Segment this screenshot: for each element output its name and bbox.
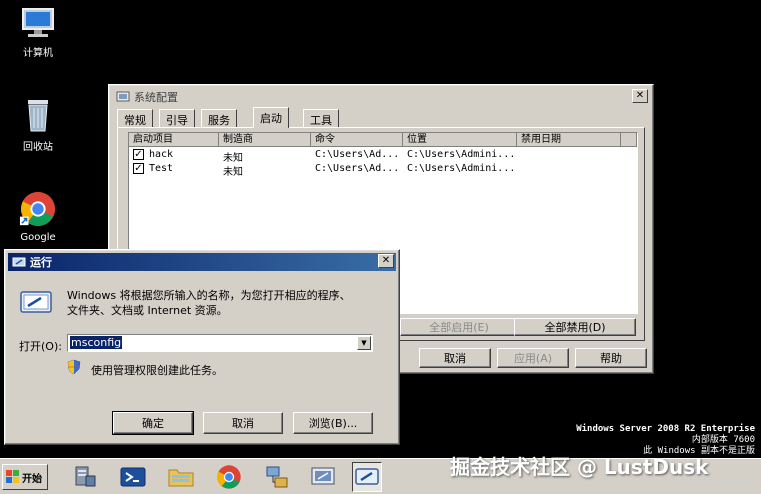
- desktop-icon-computer[interactable]: 计算机: [3, 6, 73, 59]
- os-build: 内部版本 7600: [691, 435, 755, 445]
- startup-item-command: C:\Users\Ad...: [315, 149, 400, 160]
- column-manufacturer[interactable]: 制造商: [219, 133, 311, 147]
- computer-icon: [22, 8, 54, 37]
- windows-logo-icon: [6, 470, 19, 483]
- startup-item-location: C:\Users\Admini...: [407, 149, 516, 160]
- open-label: 打开(O):: [19, 340, 62, 353]
- msconfig-icon: [311, 467, 335, 485]
- startup-item-location: C:\Users\Admini...: [407, 163, 516, 174]
- run-close-button[interactable]: ✕: [378, 254, 394, 268]
- column-location[interactable]: 位置: [403, 133, 517, 147]
- taskbar-powershell[interactable]: [118, 462, 148, 492]
- run-command-value: msconfig: [70, 336, 123, 349]
- column-disable-date[interactable]: 禁用日期: [517, 133, 621, 147]
- os-edition: Windows Server 2008 R2 Enterprise: [576, 424, 755, 434]
- run-description: Windows 将根据您所输入的名称，为您打开相应的程序、 文件夹、文档或 In…: [67, 288, 387, 318]
- chevron-down-icon: ▼: [361, 339, 367, 347]
- run-history-dropdown[interactable]: ▼: [357, 336, 371, 350]
- taskbar-run[interactable]: [352, 462, 382, 492]
- checkmark-icon: ✓: [134, 149, 143, 160]
- startup-item-maker: 未知: [223, 167, 243, 178]
- msconfig-apply-button[interactable]: 应用(A): [497, 348, 569, 368]
- desktop-icon-recycle-bin[interactable]: 回收站: [3, 96, 73, 153]
- table-row[interactable]: ✓ hack 未知 C:\Users\Ad... C:\Users\Admini…: [129, 148, 637, 164]
- tab-boot[interactable]: 引导: [159, 109, 195, 127]
- msconfig-close-button[interactable]: ✕: [632, 89, 648, 103]
- close-icon: ✕: [635, 90, 645, 101]
- run-icon: [355, 468, 379, 485]
- run-titlebar[interactable]: 运行 ✕: [8, 253, 396, 271]
- msconfig-title: 系统配置: [134, 91, 178, 104]
- startup-item-command: C:\Users\Ad...: [315, 163, 400, 174]
- run-description-line-1: Windows 将根据您所输入的名称，为您打开相应的程序、: [67, 289, 351, 302]
- run-cancel-button[interactable]: 取消: [203, 412, 283, 434]
- tab-general[interactable]: 常规: [117, 109, 153, 127]
- table-row[interactable]: ✓ Test 未知 C:\Users\Ad... C:\Users\Admini…: [129, 162, 637, 178]
- taskbar-explorer[interactable]: [166, 462, 196, 492]
- desktop-icon-label: Google: [20, 232, 56, 243]
- network-icon: [266, 466, 288, 488]
- column-command[interactable]: 命令: [311, 133, 403, 147]
- msconfig-titlebar[interactable]: 系统配置 ✕: [112, 88, 650, 106]
- chrome-icon: [19, 191, 56, 227]
- startup-item-checkbox[interactable]: ✓: [133, 149, 144, 160]
- tab-services[interactable]: 服务: [201, 109, 237, 127]
- site-watermark: 掘金技术社区 @ LustDusk: [450, 455, 709, 479]
- start-button[interactable]: 开始: [2, 464, 48, 490]
- recycle-bin-icon: [28, 100, 48, 132]
- taskbar-server-manager[interactable]: [70, 462, 100, 492]
- start-label: 开始: [22, 473, 42, 485]
- server-manager-icon: [75, 466, 96, 487]
- desktop-icon-label: 计算机: [23, 48, 53, 59]
- msconfig-icon: [116, 91, 130, 102]
- run-browse-button[interactable]: 浏览(B)...: [293, 412, 373, 434]
- column-filler: [621, 133, 637, 147]
- disable-all-button[interactable]: 全部禁用(D): [514, 318, 636, 336]
- run-command-input[interactable]: msconfig ▼: [67, 334, 373, 352]
- taskbar-msconfig[interactable]: [308, 462, 338, 492]
- checkmark-icon: ✓: [134, 163, 143, 174]
- chrome-icon: [217, 465, 241, 489]
- msconfig-tabstrip: 常规 引导 服务 启动 工具: [117, 107, 647, 129]
- column-startup-item[interactable]: 启动项目: [129, 133, 219, 147]
- startup-item-name: hack: [149, 149, 174, 160]
- taskbar-chrome[interactable]: [214, 462, 244, 492]
- taskbar-network-tool[interactable]: [262, 462, 292, 492]
- powershell-icon: [120, 467, 146, 487]
- startup-item-name: Test: [149, 163, 174, 174]
- run-dialog: 运行 ✕ Windows 将根据您所输入的名称，为您打开相应的程序、 文件夹、文…: [4, 249, 400, 445]
- shield-icon: [67, 359, 81, 375]
- msconfig-help-button[interactable]: 帮助: [575, 348, 647, 368]
- run-title: 运行: [30, 256, 52, 269]
- run-description-line-2: 文件夹、文档或 Internet 资源。: [67, 304, 228, 317]
- folder-icon: [168, 469, 194, 487]
- tab-tools[interactable]: 工具: [303, 109, 339, 127]
- tab-startup[interactable]: 启动: [253, 107, 289, 128]
- msconfig-cancel-button[interactable]: 取消: [419, 348, 491, 368]
- run-program-icon: [20, 291, 52, 313]
- desktop-icon-label: 回收站: [23, 142, 53, 153]
- csdn-watermark: CSDN @LustDusk: [674, 478, 753, 488]
- admin-note: 使用管理权限创建此任务。: [91, 364, 223, 377]
- run-ok-button[interactable]: 确定: [112, 411, 194, 435]
- enable-all-button[interactable]: 全部启用(E): [400, 318, 518, 336]
- close-icon: ✕: [381, 255, 391, 266]
- desktop-icon-google[interactable]: Google: [3, 190, 73, 243]
- startup-item-checkbox[interactable]: ✓: [133, 163, 144, 174]
- run-icon: [12, 257, 26, 267]
